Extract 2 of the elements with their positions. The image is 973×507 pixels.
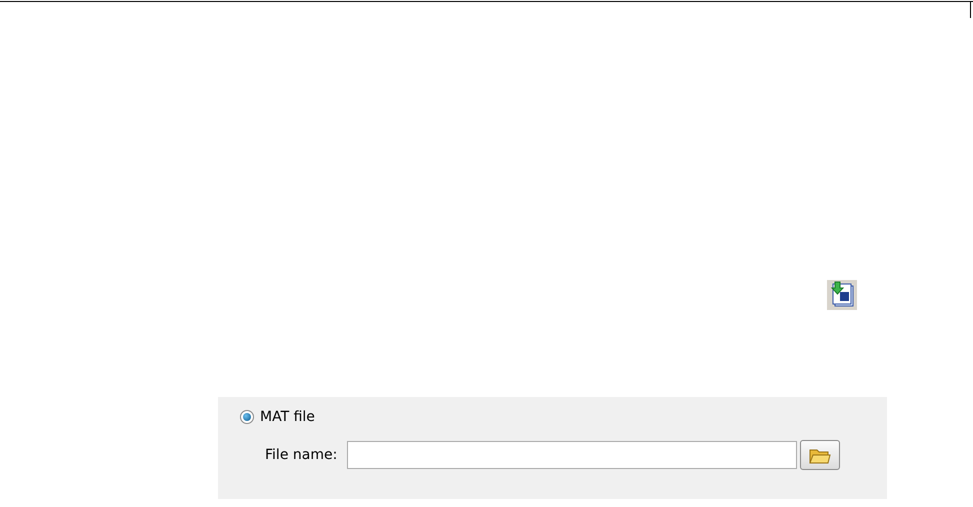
file-name-label: File name:	[265, 447, 338, 463]
mat-file-radio[interactable]: MAT file	[240, 409, 887, 425]
